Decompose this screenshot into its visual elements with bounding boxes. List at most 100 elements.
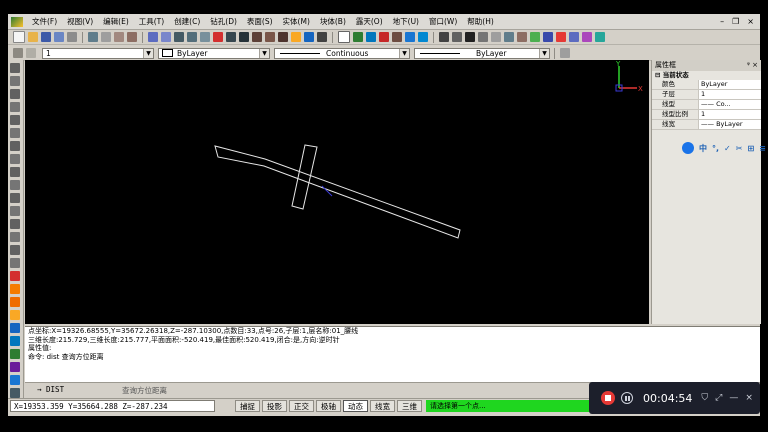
render-icon[interactable] [595, 32, 605, 42]
drawing-canvas[interactable]: Y X [25, 60, 649, 324]
projection-toggle[interactable]: 投影 [262, 400, 287, 412]
layer-manager-icon[interactable] [13, 48, 23, 58]
open-folder-icon[interactable] [28, 32, 38, 42]
measure-icon[interactable] [239, 32, 249, 42]
match-properties-icon[interactable] [560, 48, 570, 58]
pencil-icon[interactable] [317, 32, 327, 42]
check-icon[interactable] [530, 32, 540, 42]
ime-punctuation-toggle[interactable]: °, [712, 144, 719, 153]
snap-tool-icon[interactable] [10, 258, 20, 268]
block-tool-icon[interactable] [10, 336, 20, 346]
property-row[interactable]: 子层 1 [652, 90, 761, 100]
property-row[interactable]: 线型 —— Co... [652, 100, 761, 110]
pause-icon[interactable] [621, 392, 633, 404]
ellipse-tool-icon[interactable] [10, 141, 20, 151]
contour-tool-icon[interactable] [10, 284, 20, 294]
ime-menu-icon[interactable]: ≡ [759, 144, 766, 153]
ime-keyboard-icon[interactable]: ⊞ [747, 144, 754, 153]
offset-icon[interactable] [504, 32, 514, 42]
menu-openpit[interactable]: 露天(O) [351, 16, 388, 27]
point-tool-icon[interactable] [10, 154, 20, 164]
pin-icon[interactable]: ᵠ × [747, 60, 758, 71]
leader-tool-icon[interactable] [10, 206, 20, 216]
ime-handwrite-icon[interactable]: ✓ [724, 144, 731, 153]
ortho-toggle[interactable]: 正交 [289, 400, 314, 412]
highlight-icon[interactable] [291, 32, 301, 42]
ime-logo-icon[interactable] [682, 142, 694, 154]
cut-icon[interactable] [101, 32, 111, 42]
section-tool-icon[interactable] [10, 349, 20, 359]
export-icon[interactable] [569, 32, 579, 42]
dynamic-toggle[interactable]: 动态 [343, 400, 368, 412]
save-icon[interactable] [41, 32, 51, 42]
arc-tool-icon[interactable] [10, 89, 20, 99]
minimize-icon[interactable]: — [729, 393, 738, 403]
menu-drillhole[interactable]: 钻孔(D) [205, 16, 242, 27]
brush-tool-icon[interactable] [10, 271, 20, 281]
menu-file[interactable]: 文件(F) [27, 16, 62, 27]
polyline-icon[interactable] [478, 32, 488, 42]
scale-icon[interactable] [200, 32, 210, 42]
layer-tool-icon[interactable] [10, 375, 20, 385]
spline-tool-icon[interactable] [10, 128, 20, 138]
property-row[interactable]: 线型比例 1 [652, 110, 761, 120]
fillet-icon[interactable] [517, 32, 527, 42]
property-row[interactable]: 线宽 —— ByLayer [652, 120, 761, 130]
drillhole-tool-icon[interactable] [10, 323, 20, 333]
menu-surface[interactable]: 表面(S) [242, 16, 278, 27]
delete-icon[interactable] [213, 32, 223, 42]
arc-icon[interactable] [491, 32, 501, 42]
grid-icon[interactable] [88, 32, 98, 42]
paste-icon[interactable] [127, 32, 137, 42]
triangle-icon[interactable] [392, 32, 402, 42]
offset-tool-icon[interactable] [10, 232, 20, 242]
menu-edit[interactable]: 编辑(E) [98, 16, 134, 27]
lineweight-select[interactable]: ByLayer ▼ [414, 47, 550, 59]
new-file-icon[interactable] [13, 31, 25, 43]
surface-tool-icon[interactable] [10, 297, 20, 307]
dimension-tool-icon[interactable] [10, 193, 20, 203]
properties-section[interactable]: ⊟ 当前状态 [652, 71, 761, 80]
zoom-icon[interactable] [304, 32, 314, 42]
polar-toggle[interactable]: 极轴 [316, 400, 341, 412]
solid-tool-icon[interactable] [10, 310, 20, 320]
extend-icon[interactable] [265, 32, 275, 42]
import-icon[interactable] [582, 32, 592, 42]
menu-block[interactable]: 块体(B) [315, 16, 351, 27]
property-row[interactable]: 颜色 ByLayer [652, 80, 761, 90]
polyline-tool-icon[interactable] [10, 76, 20, 86]
tunnel-tool-icon[interactable] [10, 362, 20, 372]
gear-icon[interactable] [379, 32, 389, 42]
3d-toggle[interactable]: 三维 [397, 400, 422, 412]
close-icon[interactable]: × [747, 17, 754, 26]
drift-long-polyline[interactable] [214, 145, 461, 239]
line-tool-icon[interactable] [10, 63, 20, 73]
menu-create[interactable]: 创建(C) [169, 16, 205, 27]
save-as-icon[interactable] [54, 32, 64, 42]
menu-window[interactable]: 窗口(W) [424, 16, 462, 27]
shield-icon[interactable]: ⛉ [701, 393, 708, 403]
close-icon[interactable]: × [745, 393, 753, 403]
cross-icon[interactable] [465, 32, 475, 42]
snap-toggle[interactable]: 捕捉 [235, 400, 260, 412]
print-icon[interactable] [67, 32, 77, 42]
redo-icon[interactable] [161, 32, 171, 42]
menu-tools[interactable]: 工具(T) [134, 16, 169, 27]
linetype-select[interactable]: Continuous ▼ [274, 47, 410, 59]
join-icon[interactable] [278, 32, 288, 42]
erase-icon[interactable] [556, 32, 566, 42]
circle-tool-icon[interactable] [10, 102, 20, 112]
layer-select[interactable]: 1 ▼ [42, 47, 154, 59]
menu-help[interactable]: 帮助(H) [462, 16, 499, 27]
table-icon[interactable] [439, 32, 449, 42]
hatch-tool-icon[interactable] [10, 167, 20, 177]
minimize-icon[interactable]: – [720, 17, 724, 26]
color-select[interactable]: ByLayer ▼ [158, 47, 270, 59]
menu-solid[interactable]: 实体(M) [278, 16, 315, 27]
ime-chinese-toggle[interactable]: 中 [699, 143, 707, 154]
menu-underground[interactable]: 地下(U) [388, 16, 424, 27]
ime-scissors-icon[interactable]: ✂ [736, 144, 743, 153]
image-tool-icon[interactable] [10, 388, 20, 398]
lineweight-toggle[interactable]: 线宽 [370, 400, 395, 412]
help-icon[interactable] [338, 31, 350, 43]
